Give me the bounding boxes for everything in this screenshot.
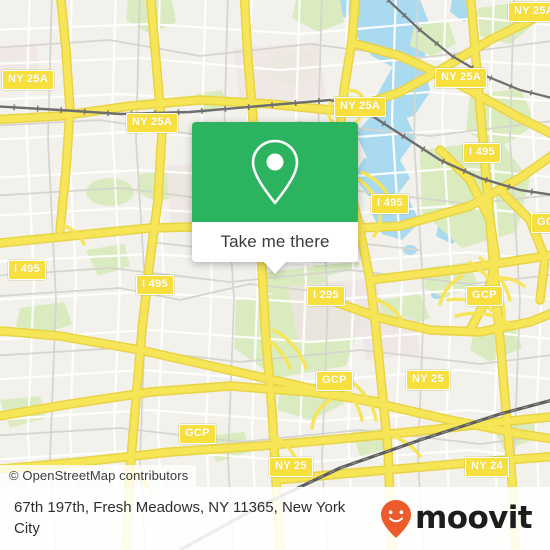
destination-callout-card[interactable]: Take me there [192, 122, 358, 274]
take-me-there-label[interactable]: Take me there [192, 222, 358, 262]
moovit-smiley-pin-icon [381, 499, 412, 538]
road-shield-gcp: GCP [531, 213, 550, 233]
address-text: 67th 197th, Fresh Meadows, NY 11365, New… [14, 499, 346, 537]
road-shield-gcp: GCP [316, 371, 353, 391]
road-shield-i-495: I 495 [136, 275, 174, 295]
road-shield-ny-25a: NY 25A [435, 68, 488, 88]
road-shield-ny-25: NY 25 [406, 370, 450, 390]
road-shield-ny-25a: NY 25A [508, 2, 550, 22]
road-shield-ny-25: NY 25 [269, 457, 313, 477]
callout-image-area [192, 122, 358, 222]
moovit-wordmark: moovit [415, 500, 533, 536]
map-pin-icon [251, 139, 299, 205]
road-shield-ny-25a: NY 25A [126, 113, 179, 133]
moovit-logo[interactable]: moovit [379, 499, 536, 539]
road-shield-ny-24: NY 24 [465, 457, 509, 477]
footer-bar: 67th 197th, Fresh Meadows, NY 11365, New… [0, 487, 550, 550]
road-shield-ny-25a: NY 25A [2, 70, 55, 90]
moovit-map-screen: NY 25A NY 25A NY 25A NY 25A NY 25A I 495 I 495… [0, 0, 550, 550]
road-shield-i-495: I 495 [8, 260, 46, 280]
road-shield-ny-25a: NY 25A [334, 97, 387, 117]
osm-attribution[interactable]: © OpenStreetMap contributors [0, 465, 197, 487]
road-shield-gcp: GCP [179, 424, 216, 444]
road-shield-i-495: I 495 [371, 194, 409, 214]
road-shield-gcp: GCP [466, 286, 503, 306]
road-shield-i-495: I 495 [463, 143, 501, 163]
road-shield-i-295: I 295 [307, 286, 345, 306]
callout-pointer-tail [264, 262, 286, 274]
